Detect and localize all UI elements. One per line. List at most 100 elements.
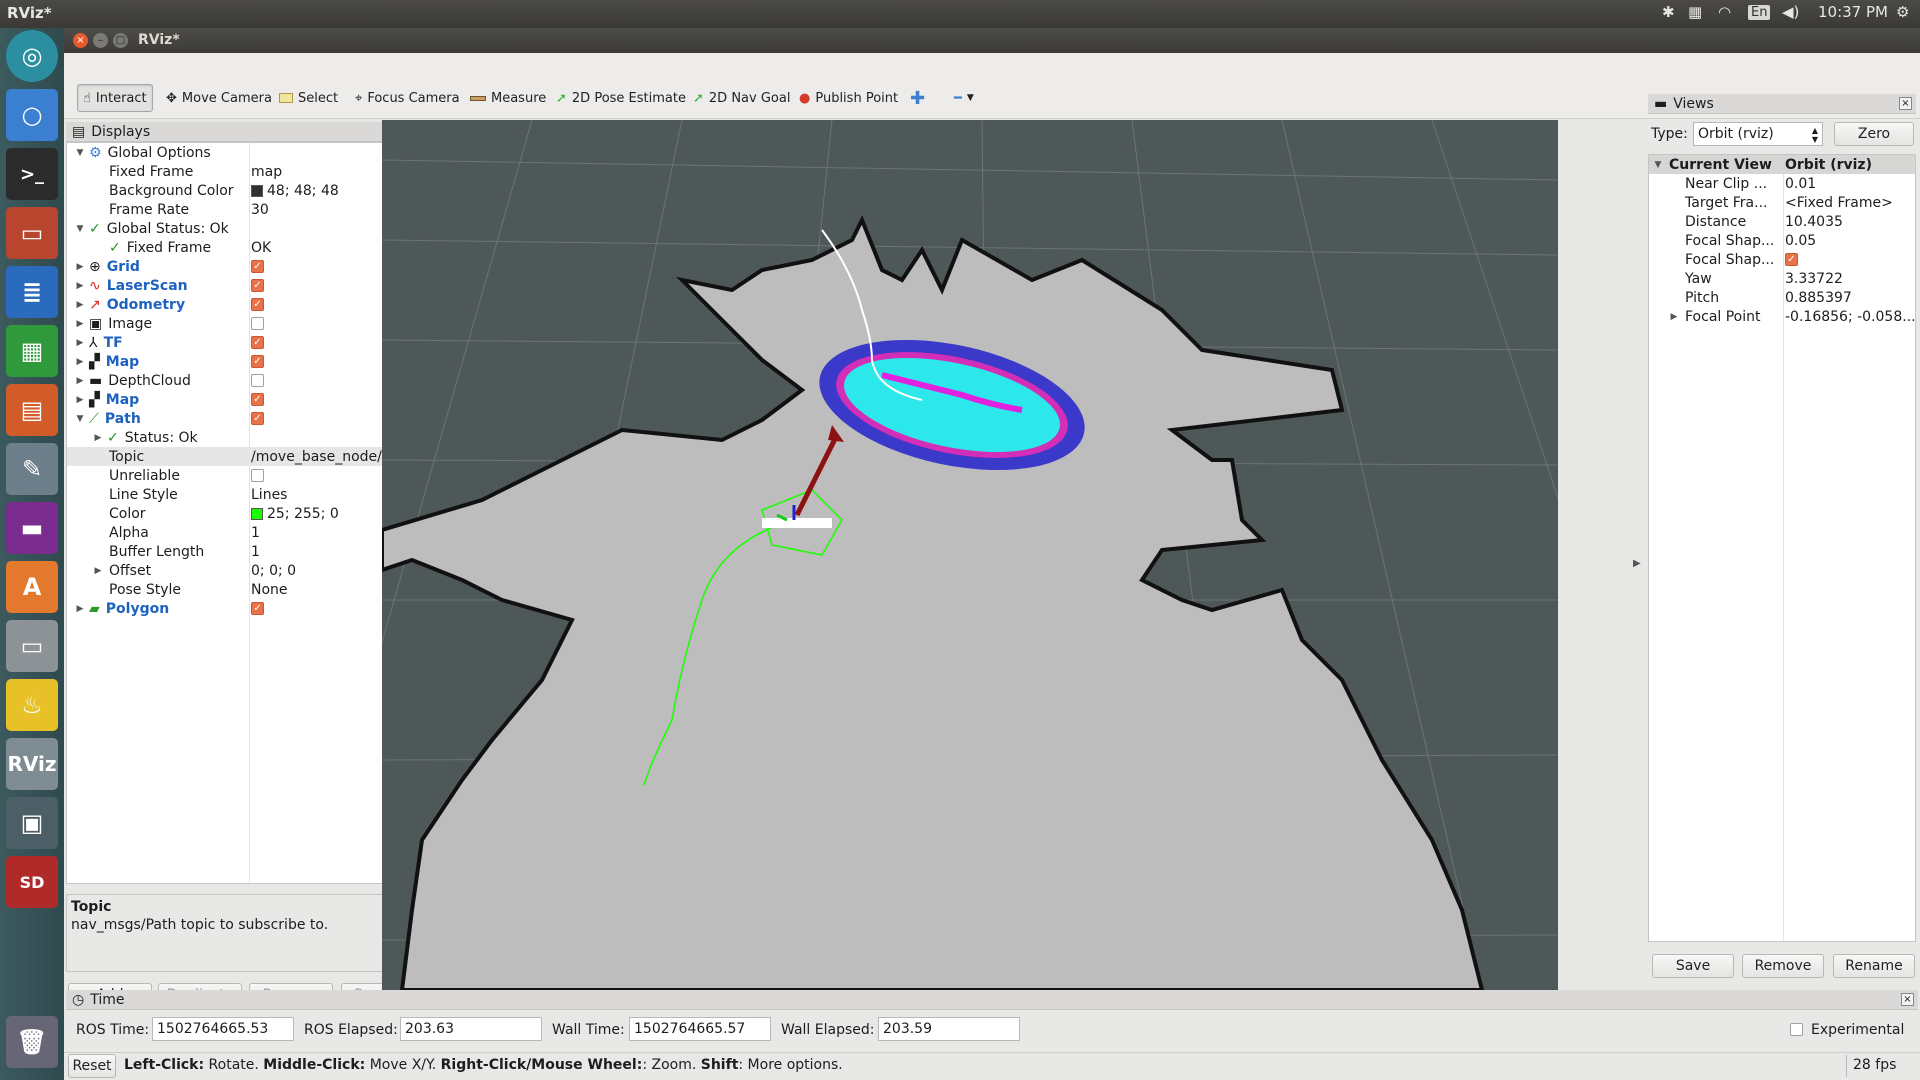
remove-view-button[interactable]: Remove [1742, 954, 1824, 978]
tree-row-fixed-frame[interactable]: Fixed Frame map [67, 162, 425, 181]
display-item-path[interactable]: ▼ ⟋ Path [67, 409, 425, 428]
reset-button[interactable]: Reset [68, 1054, 116, 1078]
expand-arrow-icon[interactable]: ▶ [93, 433, 103, 443]
tree-row-status-fixed-frame[interactable]: ✓ Fixed Frame OK [67, 238, 425, 257]
view-prop-distance[interactable]: Distance 10.4035 [1649, 212, 1915, 231]
minimize-window-icon[interactable]: – [93, 33, 108, 48]
tree-row-topic[interactable]: Topic /move_base_node/DW... [67, 447, 425, 466]
tool-select[interactable]: Select [274, 84, 343, 112]
app-window-icon[interactable]: ▬ [6, 502, 58, 554]
add-tool-button[interactable]: ✚ [905, 84, 930, 112]
property-value[interactable]: <Fixed Frame> [1785, 195, 1893, 211]
property-value[interactable]: 48; 48; 48 [267, 183, 339, 199]
system-tools-icon[interactable]: ✎ [6, 443, 58, 495]
ros-elapsed-field[interactable]: 203.63 [400, 1017, 542, 1041]
wifi-icon[interactable]: ◠ [1718, 3, 1731, 21]
display-enabled-checkbox[interactable] [251, 336, 264, 349]
clock[interactable]: 10:37 PM [1818, 3, 1888, 21]
file-manager-icon[interactable]: ▭ [6, 207, 58, 259]
volume-icon[interactable]: ◀) [1782, 3, 1799, 21]
property-value[interactable]: 0.885397 [1785, 290, 1852, 306]
expand-arrow-icon[interactable]: ▶ [75, 376, 85, 386]
tool-move-camera[interactable]: ✥ Move Camera [161, 84, 277, 112]
display-enabled-checkbox[interactable] [251, 412, 264, 425]
maximize-window-icon[interactable]: □ [113, 33, 128, 48]
color-swatch[interactable] [251, 507, 263, 520]
expand-arrow-icon[interactable]: ▼ [75, 224, 85, 234]
display-item-tf[interactable]: ▶ ⅄ TF [67, 333, 425, 352]
settings-gear-icon[interactable]: ⚙ [1896, 3, 1909, 21]
drive-icon[interactable]: ▭ [6, 620, 58, 672]
language-indicator[interactable]: En [1748, 5, 1771, 20]
property-value[interactable]: 10.4035 [1785, 214, 1843, 230]
view-prop-yaw[interactable]: Yaw 3.33722 [1649, 269, 1915, 288]
tool-publish-point[interactable]: ● Publish Point [794, 84, 903, 112]
close-window-icon[interactable]: × [73, 33, 88, 48]
display-enabled-checkbox[interactable] [251, 374, 264, 387]
expand-arrow-icon[interactable]: ▼ [1653, 160, 1663, 170]
writer-icon[interactable]: ≣ [6, 266, 58, 318]
tool-2d-nav-goal[interactable]: ➚ 2D Nav Goal [688, 84, 795, 112]
view-prop-near-clip[interactable]: Near Clip ... 0.01 [1649, 174, 1915, 193]
property-value[interactable]: 25; 255; 0 [267, 506, 339, 522]
display-item-polygon[interactable]: ▶ ▰ Polygon [67, 599, 425, 618]
display-item-odometry[interactable]: ▶ ↗ Odometry [67, 295, 425, 314]
tree-row-pose-style[interactable]: Pose Style None [67, 580, 425, 599]
expand-arrow-icon[interactable]: ▶ [75, 319, 85, 329]
tool-interact[interactable]: ☝ Interact [77, 84, 153, 112]
display-enabled-checkbox[interactable] [251, 279, 264, 292]
view-type-select[interactable]: Orbit (rviz) ▲ ▼ [1693, 122, 1823, 146]
tree-row-buffer-length[interactable]: Buffer Length 1 [67, 542, 425, 561]
expand-arrow-icon[interactable]: ▼ [75, 148, 85, 158]
expand-arrow-icon[interactable]: ▶ [75, 281, 85, 291]
save-view-button[interactable]: Save [1652, 954, 1734, 978]
3d-viewport[interactable] [382, 120, 1558, 990]
expand-arrow-icon[interactable]: ▶ [75, 395, 85, 405]
property-value[interactable]: Lines [251, 487, 287, 503]
property-value[interactable]: -0.16856; -0.058... [1785, 309, 1915, 325]
focal-shape-checkbox[interactable] [1785, 253, 1798, 266]
property-value[interactable]: 1 [251, 525, 260, 541]
property-value[interactable]: 0.01 [1785, 176, 1816, 192]
chromium-icon[interactable]: ○ [6, 89, 58, 141]
property-value[interactable]: 0.05 [1785, 233, 1816, 249]
tree-row-path-status[interactable]: ▶ ✓ Status: Ok [67, 428, 425, 447]
display-item-map[interactable]: ▶ ▞ Map [67, 352, 425, 371]
sd-card-icon[interactable]: SD [6, 856, 58, 908]
property-value[interactable]: None [251, 582, 288, 598]
ubuntu-logo-icon[interactable]: ◎ [6, 30, 58, 82]
tree-row-offset[interactable]: ▶ Offset 0; 0; 0 [67, 561, 425, 580]
view-prop-focal-shape-size[interactable]: Focal Shap... 0.05 [1649, 231, 1915, 250]
property-value[interactable]: map [251, 164, 282, 180]
calc-icon[interactable]: ▦ [6, 325, 58, 377]
expand-arrow-icon[interactable]: ▶ [75, 262, 85, 272]
unreliable-checkbox[interactable] [251, 469, 264, 482]
rename-view-button[interactable]: Rename [1833, 954, 1915, 978]
property-value[interactable]: 1 [251, 544, 260, 560]
display-item-image[interactable]: ▶ ▣ Image [67, 314, 425, 333]
tree-row-global-options[interactable]: ▼ ⚙ Global Options [67, 143, 425, 162]
expand-arrow-icon[interactable]: ▶ [75, 300, 85, 310]
software-center-icon[interactable]: A [6, 561, 58, 613]
view-prop-pitch[interactable]: Pitch 0.885397 [1649, 288, 1915, 307]
rviz-icon[interactable]: RViz [6, 738, 58, 790]
expand-arrow-icon[interactable]: ▶ [75, 338, 85, 348]
display-enabled-checkbox[interactable] [251, 602, 264, 615]
display-item-grid[interactable]: ▶ ⊕ Grid [67, 257, 425, 276]
display-enabled-checkbox[interactable] [251, 355, 264, 368]
tool-measure[interactable]: Measure [465, 84, 551, 112]
close-panel-icon[interactable]: × [1899, 97, 1912, 110]
property-value[interactable]: 30 [251, 202, 269, 218]
trash-icon[interactable]: 🗑 [6, 1016, 58, 1068]
expand-arrow-icon[interactable]: ▼ [75, 414, 85, 424]
impress-icon[interactable]: ▤ [6, 384, 58, 436]
tree-row-line-style[interactable]: Line Style Lines [67, 485, 425, 504]
zero-view-button[interactable]: Zero [1834, 122, 1914, 146]
display-item-laserscan[interactable]: ▶ ∿ LaserScan [67, 276, 425, 295]
property-value[interactable]: 3.33722 [1785, 271, 1843, 287]
tree-row-global-status[interactable]: ▼ ✓ Global Status: Ok [67, 219, 425, 238]
tool-2d-pose-estimate[interactable]: ➚ 2D Pose Estimate [551, 84, 691, 112]
expand-arrow-icon[interactable]: ▶ [93, 566, 103, 576]
expand-arrow-icon[interactable]: ▶ [75, 604, 85, 614]
display-enabled-checkbox[interactable] [251, 298, 264, 311]
